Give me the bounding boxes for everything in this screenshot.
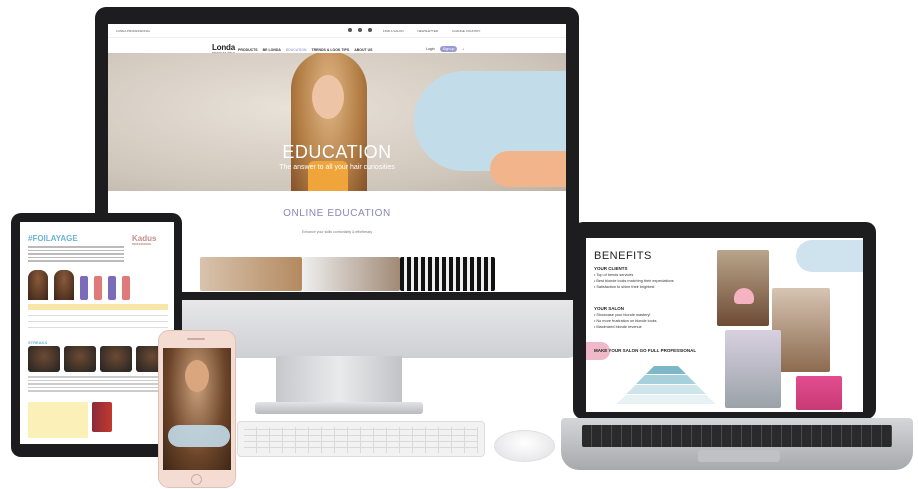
- list-item: Top of trends services: [596, 273, 634, 277]
- clients-list: • Top of trends services • Best blonde l…: [594, 273, 674, 289]
- nav-trends[interactable]: TRENDS & LOOK TIPS: [311, 48, 349, 52]
- tablet-doc-title: #FOILAYAGE: [28, 234, 78, 243]
- nav-actions: Login Sign up ⌕: [426, 46, 464, 52]
- tablet-product-row: [28, 270, 168, 300]
- nav-education[interactable]: EDUCATION: [286, 48, 307, 52]
- hero-model-face: [312, 75, 344, 119]
- hero-subtitle: The answer to all your hair curiosities: [279, 164, 395, 171]
- step-photo: [64, 346, 96, 372]
- brand-name: Kadus: [132, 234, 157, 243]
- laptop-keyboard: [582, 425, 892, 447]
- course-thumbnail[interactable]: [400, 257, 495, 291]
- product-image: [92, 402, 112, 432]
- tablet-section-label: STREAKS: [28, 340, 48, 345]
- model-photo: [54, 270, 74, 300]
- nav-products[interactable]: PRODUCTS: [238, 48, 258, 52]
- list-item: Maximized blonde revenue: [596, 325, 642, 329]
- model-photo: [725, 330, 781, 408]
- nav-be-londa[interactable]: BE LONDA: [263, 48, 281, 52]
- login-link[interactable]: Login: [426, 47, 435, 51]
- course-thumbnail[interactable]: [302, 257, 400, 291]
- go-professional-heading: MAKE YOUR SALON GO FULL PROFESSIONAL: [594, 348, 697, 353]
- product-image: [108, 276, 116, 300]
- clients-heading: YOUR CLIENTS: [594, 266, 628, 271]
- youtube-icon[interactable]: [368, 28, 372, 32]
- course-thumbnail[interactable]: [200, 257, 302, 291]
- country-selector[interactable]: LONDA PROFESSIONAL: [116, 29, 150, 33]
- list-item: Showcase your blonde mastery!: [596, 313, 651, 317]
- nav-about[interactable]: ABOUT US: [354, 48, 372, 52]
- tablet-tip-box: [28, 402, 88, 438]
- search-icon[interactable]: ⌕: [462, 47, 464, 51]
- product-image: [122, 276, 130, 300]
- nav-links: PRODUCTS BE LONDA EDUCATION TRENDS & LOO…: [238, 48, 372, 52]
- salon-heading: YOUR SALON: [594, 306, 625, 311]
- laptop-screen: BENEFITS YOUR CLIENTS • Top of trends se…: [586, 238, 863, 412]
- tablet-brand-logo: Kadus PROFESSIONAL: [132, 234, 156, 246]
- hero-title: EDUCATION: [282, 142, 392, 162]
- imac-foot: [255, 402, 423, 414]
- tablet-formula-table: [28, 304, 168, 334]
- salon-list: • Showcase your blonde mastery! • No mor…: [594, 313, 657, 329]
- heart-icon: [734, 288, 754, 304]
- tablet-step-text: [28, 376, 168, 394]
- newsletter-link[interactable]: NEWSLETTER: [418, 29, 439, 33]
- salon-block: YOUR SALON • Showcase your blonde master…: [594, 306, 714, 330]
- phone-decorative-blob: [168, 425, 230, 447]
- laptop-trackpad: [698, 450, 780, 462]
- phone-model-face: [185, 360, 209, 392]
- list-item: No more frustration on blonde looks: [596, 319, 657, 323]
- instagram-icon[interactable]: [358, 28, 362, 32]
- desktop-mouse: [494, 430, 555, 462]
- decorative-blob-blue: [796, 240, 863, 272]
- tablet-step-photos: [28, 346, 168, 372]
- social-icons: [348, 28, 372, 32]
- phone-speaker: [187, 338, 205, 340]
- model-photo: [28, 270, 48, 300]
- find-salon-link[interactable]: FIND A SALON: [383, 29, 404, 33]
- product-image: [80, 276, 88, 300]
- benefits-title: BENEFITS: [594, 250, 652, 262]
- logo-text: Londa: [212, 43, 235, 52]
- clients-block: YOUR CLIENTS • Top of trends services • …: [594, 266, 714, 290]
- model-photo: [796, 376, 842, 410]
- change-country-link[interactable]: CHANGE COUNTRY: [452, 29, 480, 33]
- growth-pyramid: [616, 362, 716, 404]
- imac-stand: [276, 356, 402, 406]
- utility-links: FIND A SALON NEWSLETTER CHANGE COUNTRY: [383, 29, 480, 33]
- signup-button[interactable]: Sign up: [439, 46, 458, 52]
- desktop-keyboard: [237, 421, 485, 457]
- tablet-intro-text: [28, 246, 124, 264]
- step-photo: [100, 346, 132, 372]
- tablet-screen: #FOILAYAGE Kadus PROFESSIONAL STREAKS: [20, 222, 174, 444]
- step-photo: [28, 346, 60, 372]
- list-item: Satisfaction to shine their brightest: [596, 285, 655, 289]
- facebook-icon[interactable]: [348, 28, 352, 32]
- list-item: Best blonde looks matching their expecta…: [596, 279, 674, 283]
- product-image: [94, 276, 102, 300]
- brand-sub: PROFESSIONAL: [132, 243, 152, 246]
- top-utility-bar: LONDA PROFESSIONAL FIND A SALON NEWSLETT…: [108, 24, 566, 38]
- phone-home-button[interactable]: [191, 474, 202, 485]
